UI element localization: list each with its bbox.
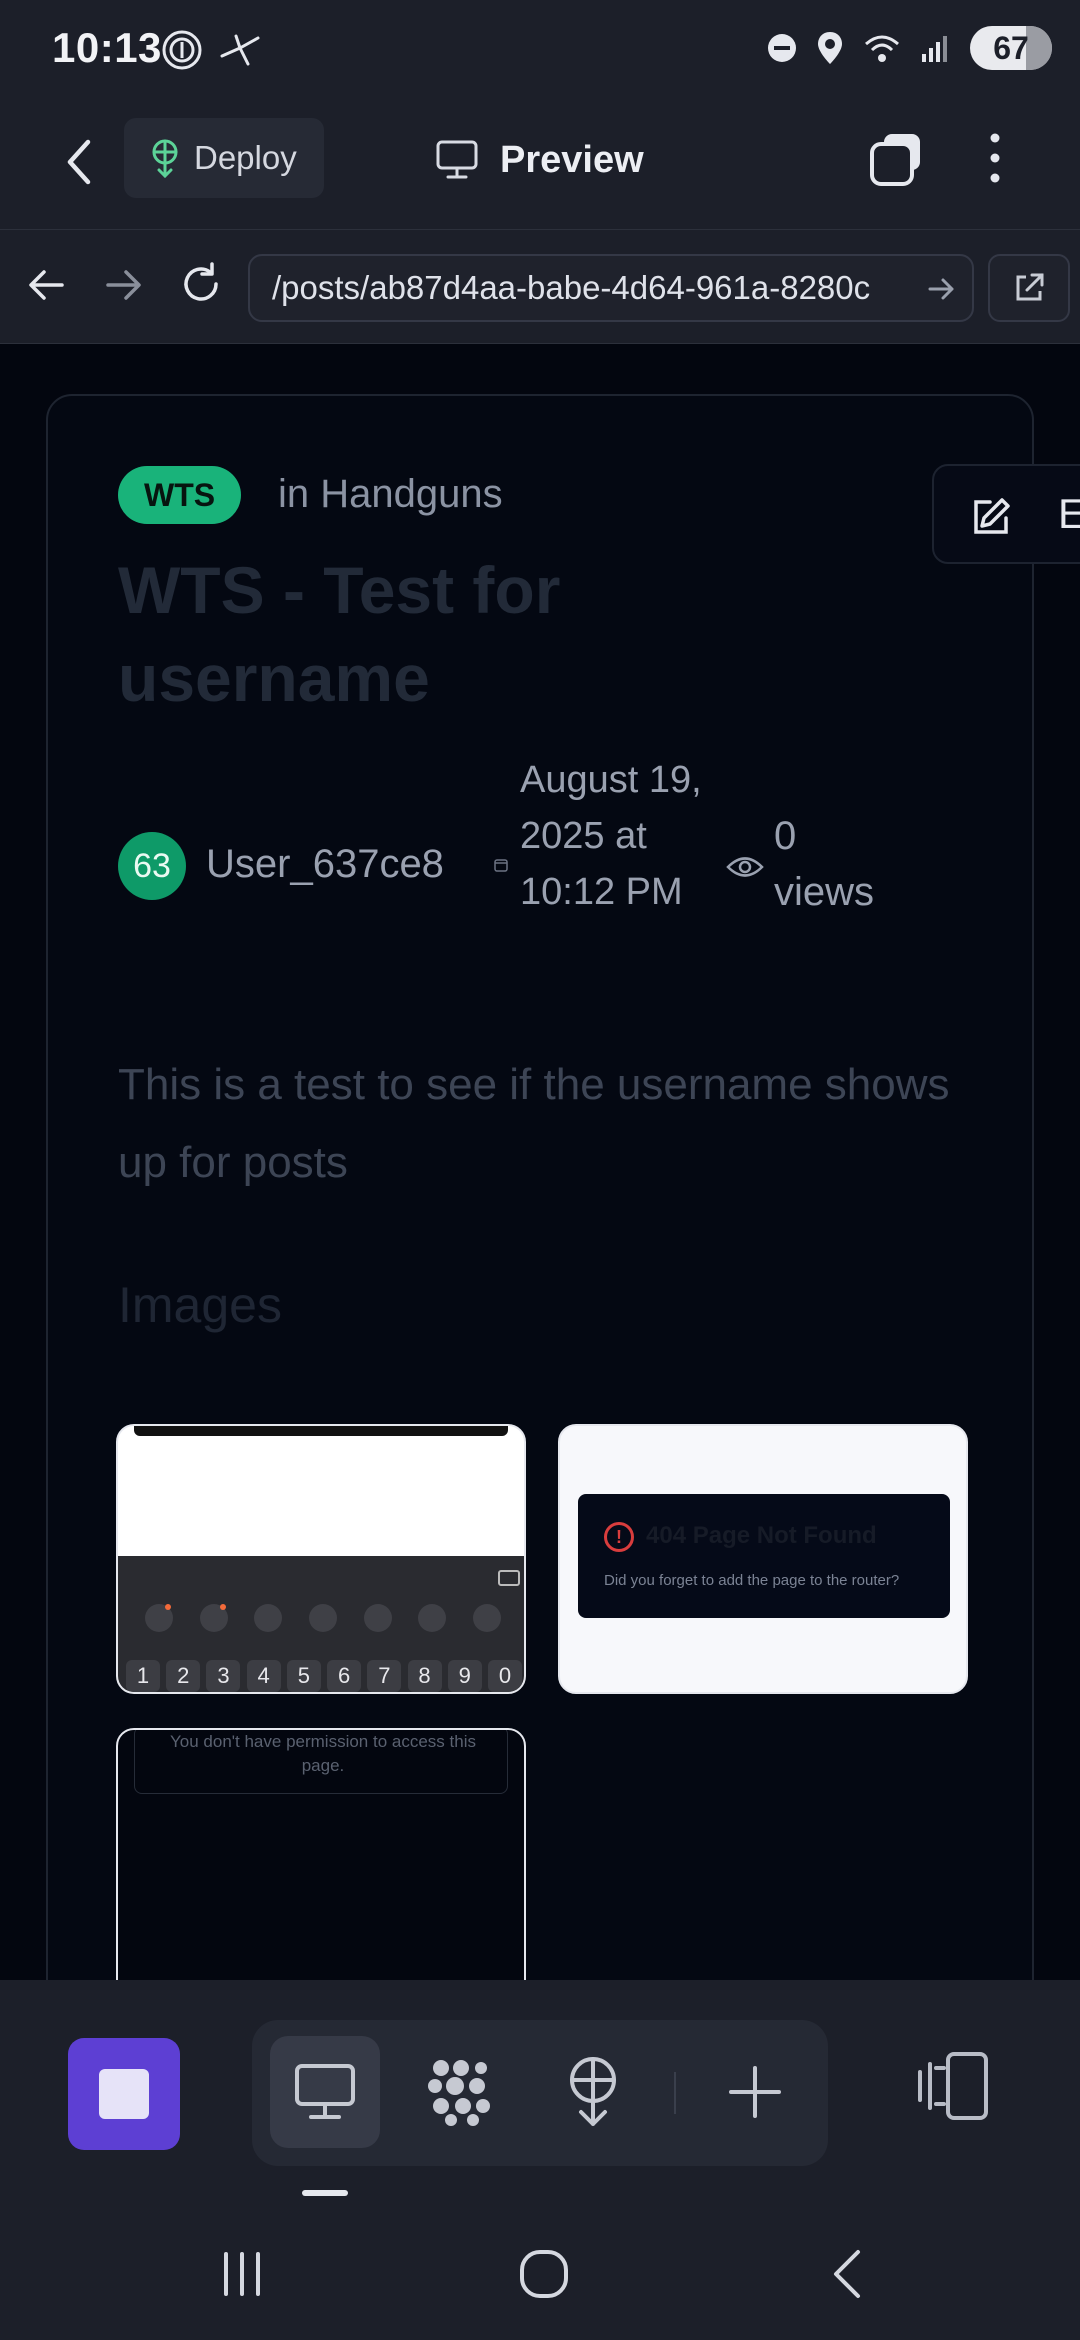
location-icon xyxy=(818,32,842,64)
system-back-icon[interactable] xyxy=(818,2244,878,2304)
post-image-thumbnail[interactable]: 1 2 3 4 5 6 7 8 9 0 xyxy=(116,1424,526,1694)
signal-icon xyxy=(922,36,947,62)
key: 2 xyxy=(166,1660,201,1692)
keyboard-icon xyxy=(498,1570,520,1586)
preview-tab-button[interactable] xyxy=(270,2036,380,2148)
avatar[interactable]: 63 xyxy=(118,832,186,900)
deploy-button[interactable]: Deploy xyxy=(124,118,324,198)
post-type-badge: WTS xyxy=(118,466,242,524)
wifi-icon xyxy=(865,35,899,62)
key: 3 xyxy=(206,1660,241,1692)
device-toggle-icon[interactable] xyxy=(916,2046,996,2126)
clipboard-icon xyxy=(363,1604,392,1632)
fingerprint-icon xyxy=(162,30,202,70)
home-icon[interactable] xyxy=(514,2244,574,2304)
post-image-thumbnail[interactable]: You don't have permission to access this… xyxy=(116,1728,526,1980)
keyboard-screenshot: 1 2 3 4 5 6 7 8 9 0 xyxy=(118,1556,524,1692)
battery-indicator: 67 xyxy=(970,26,1052,70)
battery-level: 67 xyxy=(993,29,1029,66)
post-category[interactable]: in Handguns xyxy=(278,472,503,517)
translate-icon xyxy=(308,1604,337,1632)
deploy-tab-button[interactable] xyxy=(538,2036,648,2148)
open-external-button[interactable] xyxy=(988,254,1070,322)
stop-icon xyxy=(99,2069,149,2119)
key: 1 xyxy=(126,1660,160,1692)
emoji-icon xyxy=(199,1604,228,1632)
bird-icon xyxy=(220,34,260,66)
calendar-icon xyxy=(494,859,508,872)
reload-icon[interactable] xyxy=(176,260,226,310)
apps-tab-button[interactable] xyxy=(404,2036,514,2148)
status-left-icons xyxy=(160,28,262,72)
web-preview: WTS in Handguns WTS - Test for username … xyxy=(0,344,1080,1980)
status-right-icons: 67 xyxy=(766,26,1052,70)
deploy-label: Deploy xyxy=(194,139,297,176)
view-count: 0 views xyxy=(774,814,875,914)
desktop-icon xyxy=(295,2064,355,2119)
apps-grid-icon xyxy=(428,2060,490,2126)
key: 5 xyxy=(286,1660,321,1692)
error-icon: ! xyxy=(604,1522,634,1552)
eye-icon xyxy=(726,857,764,877)
images-heading: Images xyxy=(118,1277,282,1333)
view-switcher xyxy=(252,2020,828,2166)
edit-icon xyxy=(974,498,1010,534)
status-time: 10:13 xyxy=(52,24,162,71)
recent-apps-icon[interactable] xyxy=(212,2244,272,2304)
post-image-thumbnail[interactable]: ! 404 Page Not Found Did you forget to a… xyxy=(558,1424,968,1694)
key: 0 xyxy=(487,1660,522,1692)
post-date: August 19, 2025 at 10:12 PM xyxy=(520,759,702,913)
cursor-move-icon xyxy=(254,1604,283,1632)
deploy-icon xyxy=(570,2057,616,2126)
key: 4 xyxy=(246,1660,281,1692)
url-text: /posts/ab87d4aa-babe-4d64-961a-8280c xyxy=(272,269,871,306)
url-go-arrow-icon[interactable] xyxy=(926,272,956,306)
browser-url-bar: /posts/ab87d4aa-babe-4d64-961a-8280c xyxy=(0,230,1080,344)
monitor-icon xyxy=(436,140,478,179)
not-found-panel: ! 404 Page Not Found Did you forget to a… xyxy=(578,1494,950,1618)
key: 9 xyxy=(447,1660,482,1692)
keyboard-toolbar xyxy=(118,1604,524,1632)
post-body: This is a test to see if the username sh… xyxy=(118,1060,950,1187)
post-author[interactable]: User_637ce8 xyxy=(206,842,444,887)
preview-title: Preview xyxy=(436,130,644,190)
sparkle-icon xyxy=(145,1604,174,1632)
key: 6 xyxy=(327,1660,362,1692)
status-bar: 10:13 67 xyxy=(0,0,1080,100)
browser-forward-icon[interactable] xyxy=(98,260,148,310)
do-not-disturb-icon xyxy=(768,34,796,62)
active-tab-indicator xyxy=(302,2190,348,2196)
url-input[interactable]: /posts/ab87d4aa-babe-4d64-961a-8280c xyxy=(248,254,974,322)
ellipsis-icon xyxy=(472,1604,501,1632)
app-header: Deploy Preview xyxy=(0,100,1080,230)
system-navigation-bar xyxy=(0,2204,1080,2340)
not-found-title: 404 Page Not Found xyxy=(646,1522,877,1549)
permission-text: You don't have permission to access this… xyxy=(170,1732,476,1775)
more-options-icon[interactable] xyxy=(980,128,1010,188)
edit-label: E xyxy=(1058,490,1080,537)
post-card: WTS in Handguns WTS - Test for username … xyxy=(46,394,1034,1980)
tabs-icon[interactable] xyxy=(868,128,926,188)
plus-icon xyxy=(729,2066,781,2118)
bottom-toolbar xyxy=(0,1980,1080,2204)
back-chevron-icon[interactable] xyxy=(56,132,102,192)
key: 7 xyxy=(367,1660,402,1692)
not-found-subtitle: Did you forget to add the page to the ro… xyxy=(604,1572,900,1589)
external-link-icon xyxy=(1016,273,1044,301)
toolbar-divider xyxy=(674,2072,676,2114)
deploy-icon xyxy=(152,139,178,178)
key: 8 xyxy=(407,1660,442,1692)
browser-back-icon[interactable] xyxy=(22,260,72,310)
post-title: WTS - Test for username xyxy=(118,553,561,715)
preview-label: Preview xyxy=(500,138,644,181)
settings-icon xyxy=(418,1604,447,1632)
edit-button[interactable]: E xyxy=(932,464,1080,564)
add-button[interactable] xyxy=(700,2036,810,2148)
stop-button[interactable] xyxy=(68,2038,180,2150)
keyboard-number-row: 1 2 3 4 5 6 7 8 9 0 xyxy=(126,1660,522,1692)
